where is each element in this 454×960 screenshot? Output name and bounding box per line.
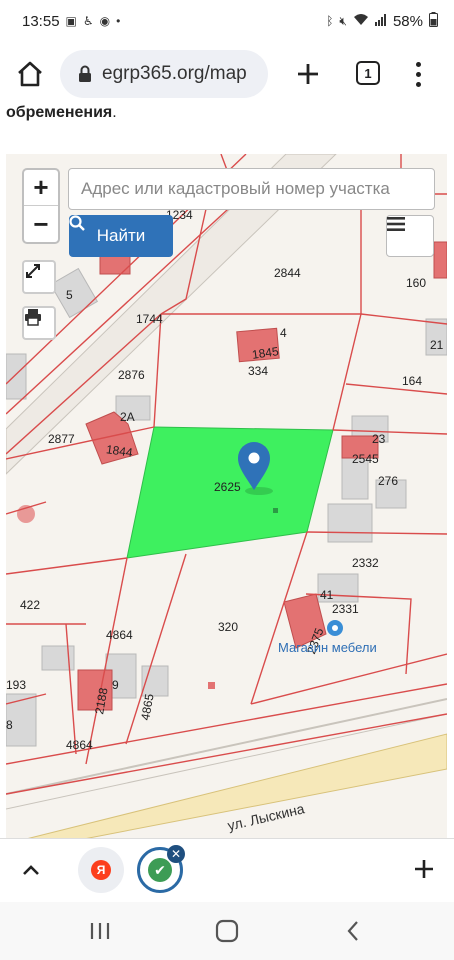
home-button[interactable] [14, 58, 46, 90]
layers-menu-button[interactable] [386, 215, 434, 257]
battery-icon [429, 11, 438, 31]
parcel-label: 2876 [118, 368, 145, 382]
page-text: обременения. [6, 104, 117, 122]
parcel-label: 5 [66, 288, 73, 302]
gallery-icon: ▣ [65, 14, 77, 28]
parcel-label: 23 [372, 432, 386, 446]
print-button[interactable] [22, 306, 56, 340]
cadastral-search-input[interactable]: Адрес или кадастровый номер участка [68, 168, 435, 210]
parcel-label: 276 [378, 474, 399, 488]
home-icon [18, 61, 42, 87]
dot-icon [415, 61, 421, 67]
tab-switcher-button[interactable]: 1 [356, 61, 380, 85]
lock-icon [79, 65, 91, 82]
search-icon [69, 215, 85, 231]
mute-icon: 🔇︎ [339, 13, 347, 28]
parcel-label: 334 [248, 364, 269, 378]
yandex-icon: Я [91, 860, 111, 880]
dot-icon [415, 71, 421, 77]
parcel-label: 2545 [352, 452, 379, 466]
expand-tabs-button[interactable] [18, 857, 44, 883]
parcel-label: 2А [120, 410, 135, 424]
check-icon: ✔ [148, 858, 172, 882]
home-nav-button[interactable] [213, 918, 241, 944]
parcel-label: 2877 [48, 432, 75, 446]
parcel-label: 21 [430, 338, 444, 352]
chevron-up-icon [23, 865, 39, 875]
parcel-label: 8 [6, 718, 13, 732]
plus-icon [298, 64, 318, 84]
store-label: Магазин мебели [278, 640, 377, 655]
zoom-out-button[interactable]: − [24, 206, 58, 242]
signal-icon [374, 13, 387, 29]
page-text-bold: обременения [6, 104, 113, 121]
chrome-icon: ◉ [99, 14, 111, 28]
dot-icon [415, 81, 421, 87]
system-nav-bar [0, 902, 454, 960]
parcel-label: 160 [406, 276, 427, 290]
parcel-label: 2844 [274, 266, 301, 280]
map-marker-square [273, 508, 278, 513]
parcel-label: 422 [20, 598, 41, 612]
bluetooth-icon: ᛒ [326, 14, 334, 28]
map-symbol [6, 501, 47, 523]
clock: 13:55 [22, 12, 60, 30]
parcel-label: 4 [280, 326, 287, 340]
close-tab-button[interactable]: ✕ [167, 845, 185, 863]
notification-dot-icon: • [116, 14, 121, 28]
parcel-label: 164 [402, 374, 423, 388]
accessibility-icon: ♿ [82, 14, 94, 28]
parcel-label: 2332 [352, 556, 379, 570]
parcel-label: 41 [320, 588, 334, 602]
back-icon [347, 921, 358, 941]
fullscreen-button[interactable] [22, 260, 56, 294]
expand-icon [26, 264, 40, 278]
store-icon [327, 620, 343, 636]
status-left: 13:55 ▣ ♿ ◉ • [22, 13, 120, 30]
printer-icon [25, 309, 41, 326]
parcel-label: 2625 [214, 480, 241, 494]
add-tab-button[interactable] [410, 855, 438, 883]
page-text-dot: . [112, 104, 117, 121]
hamburger-icon [387, 217, 405, 231]
url-text: egrp365.org/map [102, 63, 247, 84]
back-button[interactable] [340, 918, 368, 944]
parcel-label: 320 [218, 620, 239, 634]
find-button[interactable]: Найти [69, 215, 173, 257]
zoom-control: + − [22, 168, 60, 244]
recent-apps-button[interactable] [86, 918, 114, 944]
recents-icon [90, 923, 110, 939]
battery-percent: 58% [392, 12, 423, 30]
status-right: ᛒ 🔇︎ 58% [326, 11, 438, 31]
cadastral-map[interactable]: 2844 160 1744 4 1845 334 21 2876 164 2А … [6, 154, 447, 838]
parcel-label: 193 [6, 678, 27, 692]
more-menu-button[interactable] [408, 56, 428, 92]
parcel-label: 4864 [66, 738, 93, 752]
parcel-label: 4864 [106, 628, 133, 642]
parcel-label: 1744 [136, 312, 163, 326]
find-button-label: Найти [96, 226, 146, 245]
plus-icon [415, 860, 433, 878]
status-bar: 13:55 ▣ ♿ ◉ • ᛒ 🔇︎ 58% [0, 0, 454, 42]
parcel-label: 9 [112, 678, 119, 692]
address-bar[interactable]: egrp365.org/map [60, 50, 268, 98]
wifi-icon [353, 13, 369, 29]
map-marker-square [208, 682, 215, 689]
parcel-label: 2331 [332, 602, 359, 616]
home-square-icon [215, 919, 239, 943]
browser-toolbar: egrp365.org/map 1 [0, 42, 454, 106]
new-tab-button[interactable] [292, 58, 324, 90]
tab-strip-bar: Я ✔ ✕ [0, 838, 454, 902]
tab-yandex[interactable]: Я [78, 847, 124, 893]
zoom-in-button[interactable]: + [24, 170, 58, 206]
